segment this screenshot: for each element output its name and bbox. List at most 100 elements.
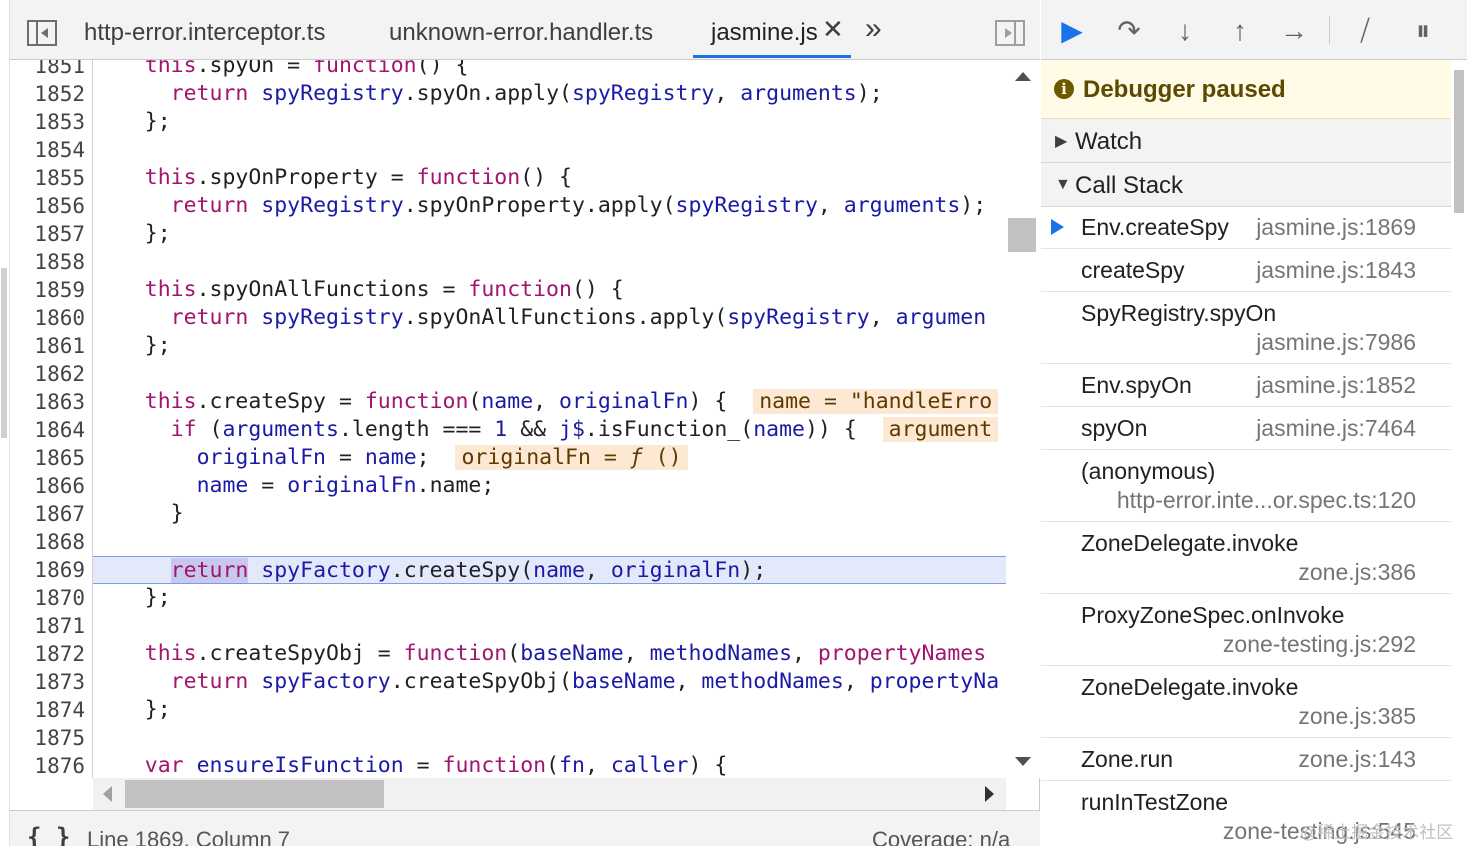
call-frame-location[interactable]: jasmine.js:1852 — [1256, 372, 1416, 399]
line-number[interactable]: 1868 — [10, 528, 85, 556]
watermark: @稀土掘金技术社区 — [1300, 823, 1454, 842]
line-number[interactable]: 1873 — [10, 668, 85, 696]
sidebar-scroll-thumb[interactable] — [1454, 70, 1464, 213]
code-line: }; — [93, 221, 171, 246]
call-frame-location[interactable]: zone-testing.js:292 — [1223, 631, 1416, 658]
call-frame[interactable]: ProxyZoneSpec.onInvoke zone-testing.js:29… — [1041, 594, 1451, 666]
line-number[interactable]: 1856 — [10, 192, 85, 220]
call-frame-location[interactable]: http-error.inte...or.spec.ts:120 — [1117, 487, 1416, 514]
step-out-icon[interactable]: ↑ — [1222, 13, 1258, 49]
call-frame-function: SpyRegistry.spyOn — [1081, 300, 1277, 326]
vertical-scroll-thumb[interactable] — [1008, 218, 1036, 252]
call-frame-location[interactable]: zone.js:385 — [1298, 703, 1416, 730]
call-frame-function: Env.createSpy — [1081, 214, 1229, 240]
debugger-sidebar: ▶ ↷ ↓ ↑ → ⧸ ⏸ i Debugger paused ▶ Watch … — [1041, 0, 1467, 846]
line-number[interactable]: 1859 — [10, 276, 85, 304]
step-icon[interactable]: → — [1276, 13, 1312, 49]
line-number[interactable]: 1875 — [10, 724, 85, 752]
code-line: }; — [93, 333, 171, 358]
line-number[interactable]: 1871 — [10, 612, 85, 640]
call-frame-location[interactable]: jasmine.js:1843 — [1256, 257, 1416, 284]
pause-on-exceptions-icon[interactable]: ⏸ — [1405, 13, 1441, 49]
line-number[interactable]: 1872 — [10, 640, 85, 668]
line-number[interactable]: 1866 — [10, 472, 85, 500]
watch-section-header[interactable]: ▶ Watch — [1041, 119, 1451, 163]
code-line: if (arguments.length === 1 && j$.isFunct… — [93, 416, 1006, 444]
line-number[interactable]: 1874 — [10, 696, 85, 724]
line-number[interactable]: 1853 — [10, 108, 85, 136]
line-number[interactable]: 1876 — [10, 752, 85, 778]
line-number[interactable]: 1863 — [10, 388, 85, 416]
step-into-icon[interactable]: ↓ — [1167, 13, 1203, 49]
line-number[interactable]: 1852 — [10, 80, 85, 108]
scroll-down-icon[interactable] — [1015, 757, 1031, 766]
line-number[interactable]: 1867 — [10, 500, 85, 528]
call-frame[interactable]: ZoneDelegate.invoke zone.js:386 — [1041, 522, 1451, 594]
step-over-icon[interactable]: ↷ — [1111, 13, 1147, 49]
call-frame[interactable]: spyOn jasmine.js:7464 — [1041, 407, 1451, 450]
line-number-gutter[interactable]: 1851 1852 1853 1854 1855 1856 1857 1858 1859 1860… — [10, 60, 93, 778]
debugger-toolbar: ▶ ↷ ↓ ↑ → ⧸ ⏸ — [1041, 0, 1467, 60]
line-number[interactable]: 1864 — [10, 416, 85, 444]
code-line: }; — [93, 109, 171, 134]
editor-status-bar: { } Line 1869, Column 7 Coverage: n/a — [10, 810, 1040, 846]
call-frame-location[interactable]: zone.js:143 — [1298, 746, 1416, 773]
editor-vertical-scrollbar[interactable] — [1006, 60, 1040, 778]
code-area[interactable]: 1851 1852 1853 1854 1855 1856 1857 1858 1859 1860… — [10, 60, 1006, 778]
line-number[interactable]: 1869 — [10, 556, 85, 584]
code-line: return spyRegistry.spyOnAllFunctions.app… — [170, 305, 987, 330]
call-stack-section-header[interactable]: ▼ Call Stack — [1041, 163, 1451, 207]
line-number[interactable]: 1862 — [10, 360, 85, 388]
code-line: this.createSpyObj = function(baseName, m… — [144, 641, 987, 666]
line-number[interactable]: 1865 — [10, 444, 85, 472]
call-frame[interactable]: createSpy jasmine.js:1843 — [1041, 249, 1451, 292]
scroll-right-icon[interactable] — [985, 786, 994, 802]
call-frame-function: createSpy — [1081, 257, 1185, 283]
tab-http-error-interceptor[interactable]: http-error.interceptor.ts — [84, 0, 325, 60]
call-frame-location[interactable]: jasmine.js:1869 — [1256, 214, 1416, 241]
code-line: this.spyOnAllFunctions = function() { — [144, 277, 624, 302]
line-number[interactable]: 1855 — [10, 164, 85, 192]
code-line: }; — [93, 585, 171, 610]
call-frame-location[interactable]: zone.js:386 — [1298, 559, 1416, 586]
line-number[interactable]: 1860 — [10, 304, 85, 332]
close-tab-icon[interactable]: ✕ — [822, 14, 844, 45]
tab-unknown-error-handler[interactable]: unknown-error.handler.ts — [389, 0, 653, 60]
call-frame-location[interactable]: jasmine.js:7986 — [1256, 329, 1416, 356]
line-number[interactable]: 1870 — [10, 584, 85, 612]
scroll-left-icon[interactable] — [103, 786, 112, 802]
call-frame[interactable]: ZoneDelegate.invoke zone.js:385 — [1041, 666, 1451, 738]
left-strip-thumb[interactable] — [1, 268, 7, 438]
paused-message: Debugger paused — [1083, 76, 1286, 103]
call-frame[interactable]: Zone.run zone.js:143 — [1041, 738, 1451, 781]
line-number[interactable]: 1851 — [10, 60, 85, 80]
call-frame-function: ProxyZoneSpec.onInvoke — [1081, 602, 1345, 628]
call-frame-location[interactable]: jasmine.js:7464 — [1256, 415, 1416, 442]
call-frame[interactable]: SpyRegistry.spyOn jasmine.js:7986 — [1041, 292, 1451, 364]
resume-icon[interactable]: ▶ — [1054, 13, 1090, 49]
show-navigator-icon[interactable] — [27, 20, 57, 46]
call-frame[interactable]: Env.createSpy jasmine.js:1869 — [1041, 206, 1451, 249]
call-frame[interactable]: (anonymous) http-error.inte...or.spec.ts:… — [1041, 450, 1451, 522]
call-frame[interactable]: Env.spyOn jasmine.js:1852 — [1041, 364, 1451, 407]
expand-triangle-icon: ▶ — [1055, 133, 1068, 150]
show-debugger-sidebar-icon[interactable] — [995, 20, 1025, 46]
line-number[interactable]: 1861 — [10, 332, 85, 360]
line-number[interactable]: 1858 — [10, 248, 85, 276]
scroll-up-icon[interactable] — [1015, 72, 1031, 81]
more-tabs-icon[interactable]: » — [865, 12, 882, 46]
line-number[interactable]: 1854 — [10, 136, 85, 164]
sidebar-scrollbar[interactable] — [1451, 60, 1467, 846]
code-line: }; — [93, 697, 171, 722]
code-line: originalFn = name; originalFn = ƒ () — [93, 444, 1006, 472]
pretty-print-icon[interactable]: { } — [27, 823, 70, 846]
line-number[interactable]: 1857 — [10, 220, 85, 248]
deactivate-breakpoints-icon[interactable]: ⧸ — [1347, 13, 1383, 49]
horizontal-scroll-thumb[interactable] — [125, 780, 384, 808]
editor-horizontal-scrollbar[interactable] — [93, 778, 1006, 810]
call-frame-function: spyOn — [1081, 415, 1148, 441]
tab-jasmine[interactable]: jasmine.js — [711, 0, 818, 60]
